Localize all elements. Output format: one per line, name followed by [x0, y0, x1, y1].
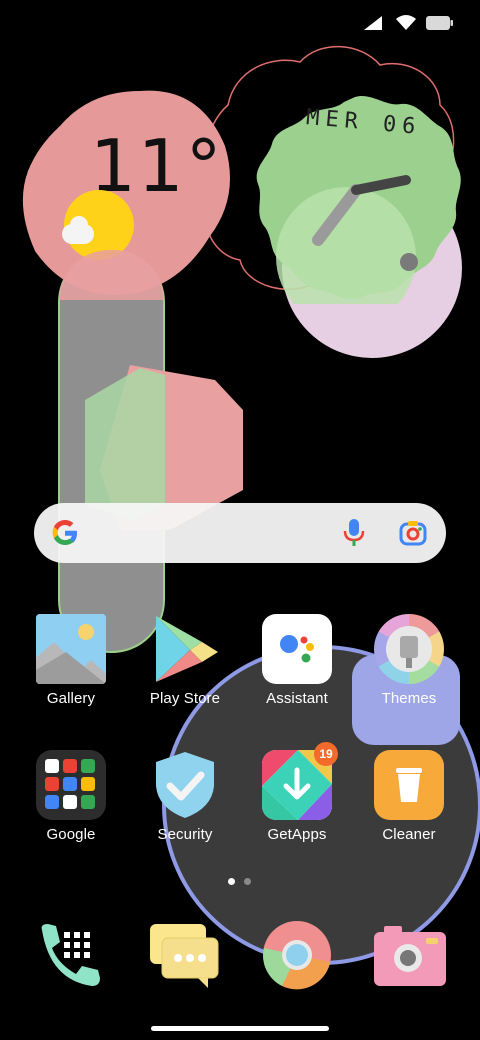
- app-cleaner[interactable]: Cleaner: [354, 750, 464, 843]
- cleaner-icon: [374, 750, 444, 820]
- camera-icon: [374, 926, 446, 986]
- security-icon: [150, 750, 220, 820]
- themes-icon: [374, 614, 444, 684]
- app-getapps[interactable]: 19 GetApps: [242, 742, 352, 843]
- app-play-store[interactable]: Play Store: [130, 614, 240, 707]
- chrome-icon: [263, 921, 331, 990]
- dock-camera[interactable]: [374, 924, 446, 986]
- messages-icon: [150, 924, 219, 988]
- wifi-icon: [396, 15, 416, 30]
- partly-sunny-icon: [62, 186, 134, 260]
- app-label: Google: [46, 826, 96, 843]
- page-dot[interactable]: [244, 878, 251, 885]
- search-bar[interactable]: [34, 503, 446, 563]
- mic-icon[interactable]: [342, 518, 366, 548]
- app-label: Play Store: [149, 690, 221, 707]
- dock-phone[interactable]: [36, 920, 106, 990]
- app-security[interactable]: Security: [130, 750, 240, 843]
- app-label: GetApps: [267, 826, 327, 843]
- cell-signal-icon: [364, 16, 382, 30]
- app-label: Cleaner: [382, 826, 436, 843]
- battery-icon: [426, 16, 453, 30]
- google-g-icon: [52, 520, 77, 545]
- clock-widget[interactable]: MER 06: [246, 92, 464, 304]
- phone-icon: [41, 924, 100, 986]
- play-store-icon: [150, 614, 220, 684]
- notification-badge: 19: [314, 742, 338, 766]
- gallery-icon: [36, 614, 106, 684]
- google-folder-icon: [36, 750, 106, 820]
- status-bar: [362, 14, 454, 32]
- assistant-icon: [262, 614, 332, 684]
- app-assistant[interactable]: Assistant: [242, 614, 352, 707]
- app-label: Themes: [381, 690, 437, 707]
- app-google-folder[interactable]: Google: [16, 750, 126, 843]
- page-dot-active[interactable]: [228, 878, 235, 885]
- page-indicator[interactable]: [228, 878, 251, 885]
- app-label: Assistant: [266, 690, 328, 707]
- dock-messages[interactable]: [148, 922, 220, 990]
- app-label: Gallery: [46, 690, 96, 707]
- app-gallery[interactable]: Gallery: [16, 614, 126, 707]
- app-themes[interactable]: Themes: [354, 614, 464, 707]
- home-gesture-bar[interactable]: [151, 1026, 329, 1031]
- dock-chrome[interactable]: [262, 920, 332, 990]
- app-label: Security: [157, 826, 213, 843]
- camera-lens-icon[interactable]: [399, 519, 427, 547]
